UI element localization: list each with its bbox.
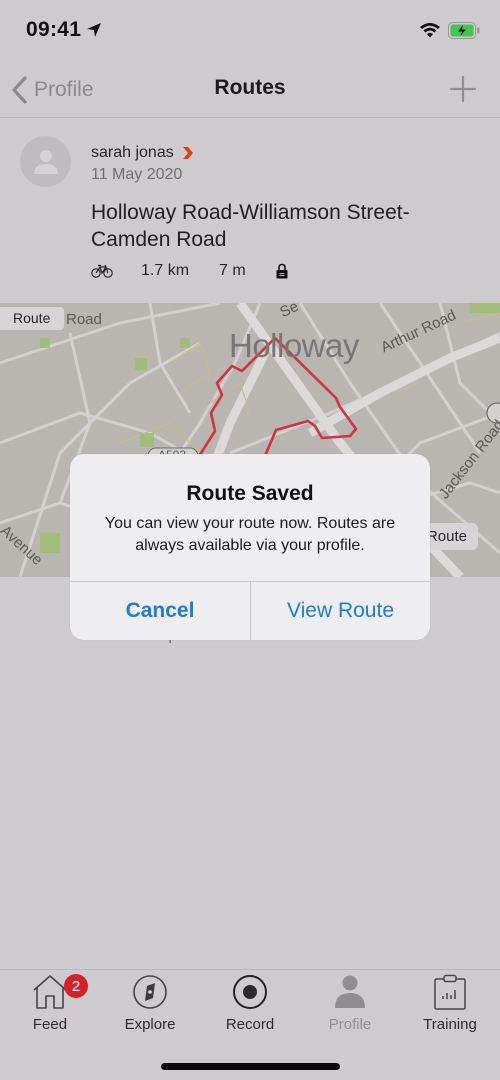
route-distance: 1.7 km: [141, 262, 190, 279]
route-name: Holloway Road-Williamson Street-Camden R…: [91, 201, 410, 251]
map-place-label: Holloway: [229, 327, 359, 364]
back-button[interactable]: Profile: [10, 70, 94, 110]
status-bar: 09:41: [0, 0, 500, 62]
tab-label: Training: [423, 1016, 477, 1033]
battery-charging-icon: [448, 22, 480, 39]
map-street-label: Road: [66, 311, 102, 328]
home-indicator[interactable]: [161, 1063, 340, 1070]
compass-icon: [133, 975, 167, 1009]
route-duration: 7 m: [219, 262, 246, 279]
premium-chevron-icon: [182, 147, 193, 159]
user-name: sarah jonas: [91, 144, 194, 162]
tab-label: Feed: [32, 1016, 68, 1033]
route-stats: 1.7 km 7 m: [91, 262, 288, 280]
tab-explore[interactable]: Explore: [100, 970, 200, 1042]
tab-training[interactable]: Training: [400, 970, 500, 1042]
location-arrow-icon: [87, 23, 101, 37]
navigation-bar: Profile Routes: [0, 62, 500, 118]
tab-label: Record: [225, 1016, 275, 1033]
plus-icon[interactable]: [448, 74, 478, 104]
user-name-text: sarah jonas: [91, 144, 174, 161]
cancel-button[interactable]: Cancel: [70, 582, 250, 640]
back-label: Profile: [34, 78, 94, 101]
lock-icon: [276, 263, 288, 279]
bike-icon: [91, 264, 113, 278]
tab-label: Profile: [328, 1016, 372, 1033]
person-icon: [335, 975, 365, 1008]
map-route-tag: Route: [0, 307, 65, 330]
tab-record[interactable]: Record: [200, 970, 300, 1042]
avatar: [20, 136, 71, 187]
person-placeholder-icon: [33, 149, 58, 174]
status-time: 09:41: [26, 18, 82, 41]
record-icon: [233, 975, 267, 1009]
feed-badge: 2: [64, 974, 88, 998]
clipboard-chart-icon: [434, 974, 466, 1010]
route-date: 11 May 2020: [91, 166, 183, 183]
route-saved-dialog: Route Saved You can view your route now.…: [70, 454, 430, 640]
dialog-title: Route Saved: [186, 482, 314, 505]
view-route-button[interactable]: View Route: [251, 582, 430, 640]
wifi-icon: [420, 23, 440, 38]
chevron-left-icon: [12, 76, 27, 104]
tab-feed[interactable]: 2 Feed: [0, 970, 100, 1042]
home-icon: [33, 975, 67, 1009]
tab-profile[interactable]: Profile: [300, 970, 400, 1042]
dialog-message: You can view your route now. Routes are …: [104, 515, 396, 554]
route-card[interactable]: sarah jonas 11 May 2020 Holloway Road-Wi…: [0, 119, 500, 303]
tab-label: Explore: [124, 1016, 176, 1033]
